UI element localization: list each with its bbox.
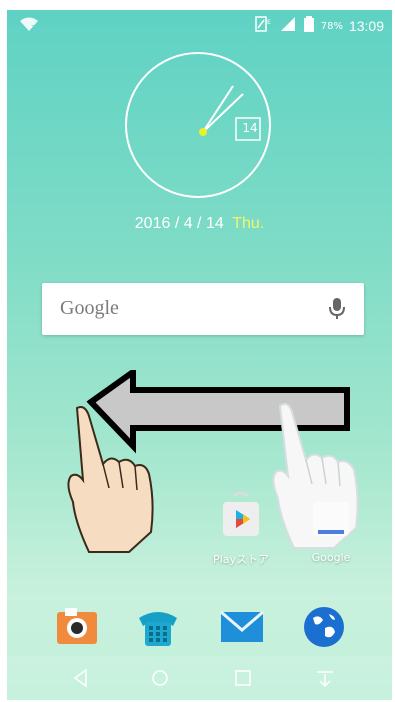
google-label: Google — [311, 551, 351, 564]
phone-icon[interactable] — [133, 602, 183, 652]
google-logo: Google — [60, 297, 119, 319]
status-time: 13:09 — [348, 18, 384, 34]
play-store-label: Playストア — [213, 553, 269, 566]
svg-text:?: ? — [31, 24, 35, 32]
clock-day-box: 14 — [242, 121, 258, 135]
google-icon — [313, 502, 349, 536]
date-text: 2016 / 4 / 14 — [134, 215, 224, 232]
google-search-bar[interactable]: Google — [42, 283, 364, 335]
battery-icon — [303, 16, 315, 36]
date-display: 2016 / 4 / 14 Thu. — [7, 215, 392, 233]
weekday-text: Thu. — [232, 215, 265, 232]
recents-icon[interactable] — [231, 666, 255, 690]
nfc-icon: E — [254, 16, 273, 36]
notification-pull-icon[interactable] — [313, 666, 337, 690]
back-icon[interactable] — [69, 666, 93, 690]
mail-icon[interactable] — [217, 602, 267, 652]
mic-icon[interactable] — [328, 297, 346, 321]
dock — [7, 602, 392, 654]
home-screen: ? E 78% 13:09 14 2016 / 4 / 14 Thu. Goog… — [7, 10, 392, 700]
pointing-hand-icon — [59, 402, 169, 562]
play-store-app[interactable]: Playストア — [207, 491, 275, 567]
wifi-icon: ? — [19, 16, 39, 36]
svg-text:E: E — [267, 19, 271, 26]
camera-icon[interactable] — [53, 602, 103, 652]
battery-percent: 78% — [320, 20, 343, 32]
google-app[interactable]: Google — [297, 492, 365, 564]
home-icon[interactable] — [148, 666, 172, 690]
signal-icon — [279, 16, 297, 36]
play-store-icon — [223, 491, 259, 536]
status-bar: ? E 78% 13:09 — [7, 10, 392, 38]
navigation-bar — [7, 656, 392, 700]
browser-globe-icon[interactable] — [299, 602, 349, 652]
clock-widget[interactable]: 14 — [123, 50, 273, 200]
